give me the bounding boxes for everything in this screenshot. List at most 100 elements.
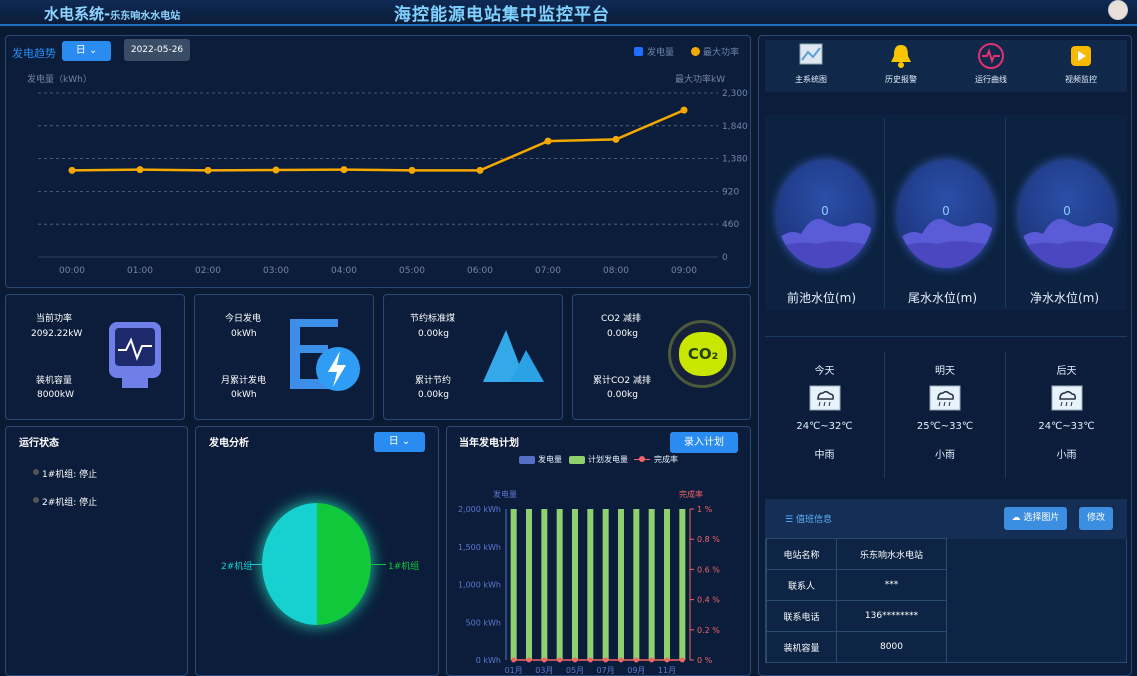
current-power-value: 2092.22kW <box>31 329 83 339</box>
y-tick-label: 920 <box>722 187 739 197</box>
pie-label-right: 1#机组 <box>388 562 420 572</box>
table-key: 装机容量 <box>766 631 837 663</box>
x-tick-label: 07:00 <box>535 266 561 276</box>
legend-actual-swatch <box>519 456 535 464</box>
rain-cloud-icon <box>929 385 961 411</box>
pie-leader-line <box>250 564 262 565</box>
right-tick-label: 0.6 % <box>697 565 720 574</box>
x-tick-label: 03:00 <box>263 266 289 276</box>
table-value: 8000 <box>836 631 947 663</box>
data-point <box>136 166 144 174</box>
legend-power-label: 最大功率 <box>703 48 740 58</box>
left-tick-label: 1,500 kWh <box>458 543 501 552</box>
co2-label: CO2 减排 <box>601 314 641 324</box>
left-tick-label: 1,000 kWh <box>458 581 501 590</box>
y-tick-label: 0 <box>722 253 728 263</box>
legend-plan-label: 计划发电量 <box>588 455 628 464</box>
plan-bar <box>526 509 532 660</box>
left-tick-label: 0 kWh <box>476 656 501 665</box>
rate-point <box>633 657 639 663</box>
divider <box>884 118 885 308</box>
plan-bar <box>633 509 640 660</box>
duty-table: 电站名称 乐东响水水电站 联系人 *** 联系电话 136******** 装机容量 8… <box>766 538 947 663</box>
water-level-label: 尾水水位(m) <box>908 291 978 305</box>
legend-rate-label: 完成率 <box>654 455 678 464</box>
table-value: *** <box>836 569 947 601</box>
x-tick-label: 01月 <box>505 666 523 675</box>
gen-analysis-period-select[interactable]: 日 ⌄ <box>374 432 425 452</box>
co2-value: 0.00kg <box>607 329 638 339</box>
data-point <box>408 166 416 174</box>
weather-desc: 中雨 <box>814 450 835 461</box>
plan-bar <box>556 509 563 660</box>
plan-bar <box>602 509 609 660</box>
x-tick-label: 05月 <box>566 666 584 675</box>
weather-tomorrow: 明天 25℃~33℃ 小雨 <box>885 352 1005 478</box>
legend-rate-dot <box>639 456 645 462</box>
capacity-value: 8000kW <box>37 390 75 400</box>
weather-day: 今天 <box>814 366 835 377</box>
coal-label: 节约标准煤 <box>410 314 456 324</box>
trend-period-select[interactable]: 日 ⌄ <box>62 41 111 61</box>
x-tick-label: 09:00 <box>671 266 697 276</box>
mountain-icon <box>483 330 544 382</box>
co2-icon-text: CO₂ <box>679 332 727 376</box>
capacity-label: 装机容量 <box>36 376 73 386</box>
trend-chart: 2,300 1,840 1,380 920 460 0 00:00 01:00 02:00 03:… <box>38 89 748 276</box>
weather-day: 后天 <box>1056 366 1077 377</box>
x-tick-label: 00:00 <box>59 266 85 276</box>
today-gen-value: 0kWh <box>231 329 257 339</box>
water-level-value: 0 <box>1063 204 1071 218</box>
bell-icon <box>891 45 911 68</box>
gen-analysis-period-value: 日 <box>388 436 399 447</box>
right-tick-label: 0.8 % <box>697 535 720 544</box>
toolbar-video[interactable]: 视频监控 <box>1052 42 1110 90</box>
edit-button[interactable]: 修改 <box>1079 507 1113 530</box>
avatar[interactable] <box>1108 0 1128 20</box>
system-title-text: 水电系统- <box>44 5 111 23</box>
x-tick-label: 08:00 <box>603 266 629 276</box>
left-tick-label: 500 kWh <box>466 618 501 627</box>
water-level-value: 0 <box>821 204 829 218</box>
co2-icon: CO₂ <box>668 320 736 388</box>
x-tick-label: 11月 <box>658 666 676 675</box>
toolbar-run-curve[interactable]: 运行曲线 <box>962 42 1020 90</box>
trend-title: 发电趋势 <box>12 47 56 60</box>
right-tick-label: 0.4 % <box>697 596 720 605</box>
plan-bar <box>648 509 655 660</box>
data-point <box>544 137 552 145</box>
legend-energy-swatch <box>634 47 643 56</box>
rate-point <box>511 657 517 663</box>
table-row: 装机容量 8000 <box>766 631 947 663</box>
plan-bar <box>541 509 548 660</box>
x-tick-label: 01:00 <box>127 266 153 276</box>
trend-date-picker[interactable]: 2022-05-26 <box>124 39 190 61</box>
y-tick-label: 2,300 <box>722 89 748 99</box>
water-gauge-tailwater: 0 <box>898 160 994 268</box>
pulse-icon <box>978 43 1004 69</box>
series-line-max-power <box>71 108 685 172</box>
coal-value: 0.00kg <box>418 329 449 339</box>
x-tick-label: 06:00 <box>467 266 493 276</box>
right-tick-label: 0.2 % <box>697 626 720 635</box>
data-point <box>272 166 280 174</box>
plan-title: 当年发电计划 <box>459 438 519 449</box>
cloud-upload-icon: ☁ <box>1011 513 1021 523</box>
toolbar-label: 运行曲线 <box>975 75 1007 84</box>
toolbar-alarm-history[interactable]: 历史报警 <box>872 42 930 90</box>
chevron-down-icon: ⌄ <box>88 45 98 56</box>
toolbar-main-diagram[interactable]: 主系统图 <box>782 42 840 90</box>
rate-point <box>557 657 563 663</box>
enter-plan-button[interactable]: 录入计划 <box>670 432 738 453</box>
rate-point <box>664 657 670 663</box>
x-tick-label: 05:00 <box>399 266 425 276</box>
weather-temp: 25℃~33℃ <box>916 421 974 432</box>
gen-pie-chart <box>262 503 371 625</box>
weather-day: 明天 <box>935 366 955 377</box>
table-row: 电站名称 乐东响水水电站 <box>766 538 947 570</box>
table-key: 联系电话 <box>766 600 837 632</box>
rate-point <box>572 657 578 663</box>
choose-image-button[interactable]: ☁ 选择图片 <box>1004 507 1067 530</box>
y-tick-label: 1,380 <box>722 155 748 165</box>
left-tick-label: 2,000 kWh <box>458 505 501 514</box>
